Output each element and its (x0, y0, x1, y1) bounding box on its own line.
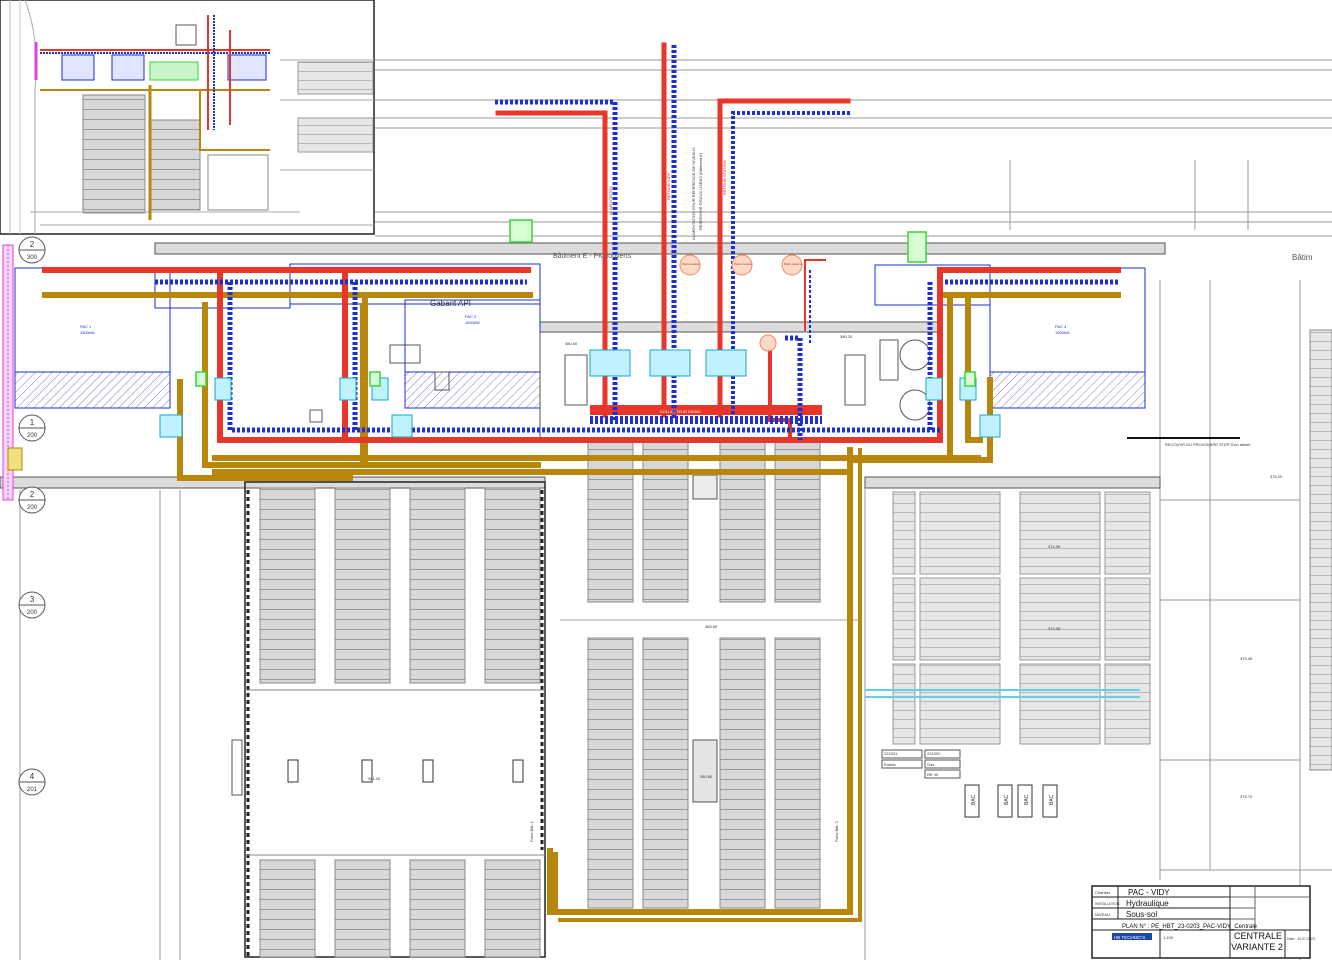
pac-sub-1: 1500kW (80, 330, 95, 335)
elev-10: 381.20 (368, 776, 381, 781)
paroi-label-2: Paroi Bât. 2 (834, 820, 839, 842)
tb-scale: 1:100 (1163, 935, 1174, 940)
svg-text:2: 2 (30, 490, 35, 499)
elev-5: 374.36 (1048, 626, 1061, 631)
elev-3: 380.20 (840, 334, 853, 339)
small-box-4: Gaz (927, 762, 934, 767)
svg-text:200: 200 (27, 610, 38, 616)
vertical-note-3: ALIMENTATION POUR RÉFÉRENCE DE NIVEAUX (691, 147, 696, 240)
tb-installation: Hydraulique (1126, 899, 1169, 908)
axis-bubbles: 2 300 1 200 2 200 3 200 4 201 (18, 236, 46, 796)
bac-3: BAC (1024, 794, 1030, 805)
vertical-note-2: RETOUR VIDY (666, 172, 671, 200)
pac-label-2: PAC 2 (465, 314, 477, 319)
svg-text:3: 3 (30, 595, 35, 604)
parking-left (231, 481, 546, 958)
elev-7: 375.70 (1240, 794, 1253, 799)
vertical-note-4: RESERVOIR D'EAUX USÉES (Bâtiment E) (698, 152, 703, 230)
building-label: Bâtiment E - PK couverts (553, 253, 632, 260)
elev-4: 374.39 (1048, 544, 1061, 549)
vertical-note-1: ALIMENTATION (608, 186, 613, 215)
batim-label: Bâtim (1292, 253, 1313, 262)
bulle-1: Point mesure (682, 262, 700, 266)
pac-label-4: PAC 4 (1055, 324, 1067, 329)
axis-bubble-1: 2 300 (18, 236, 46, 264)
axis-bubble-2: 1 200 (18, 414, 46, 442)
bulle-3: Point mesure (784, 262, 802, 266)
parking-center (560, 441, 860, 921)
pump-icons (159, 349, 1001, 438)
inset-overview-map (0, 0, 375, 235)
axis-bubble-4: 3 200 (18, 591, 46, 619)
svg-text:4: 4 (30, 772, 35, 781)
side-note: RECOUVR DU PROVISOIRE STEP D'un atelier (1165, 442, 1251, 447)
small-box-2: 221002 (927, 751, 941, 756)
paroi-label-1: Paroi Bât. 1 (529, 820, 534, 842)
tb-title-2: VARIANTE 2 (1231, 942, 1283, 952)
svg-text:2: 2 (30, 240, 35, 249)
axis-bubble-3: 2 200 (18, 486, 46, 514)
tb-chantier-key: Chantier (1095, 890, 1111, 895)
bac-2: BAC (1004, 794, 1010, 805)
hydraulic-plan: Gabarit API Bâtiment E - PK couverts Bât… (0, 0, 1332, 960)
pac-label-1: PAC 1 (80, 324, 92, 329)
tb-plan-no: PLAN N° : PE_HBT_23-0203_PAC-VIDY_Centra… (1122, 924, 1258, 930)
svg-text:200: 200 (27, 433, 38, 439)
bac-4: BAC (1049, 794, 1055, 805)
elev-9: 380.80 (700, 774, 713, 779)
svg-text:300: 300 (27, 255, 38, 261)
pac-sub-2: 1500kW (465, 320, 480, 325)
svg-text:200: 200 (27, 505, 38, 511)
tb-chantier: PAC - VIDY (1128, 888, 1170, 897)
pac-sub-4: 1500kW (1055, 330, 1070, 335)
small-box-5: RE 40 (927, 772, 939, 777)
tb-date: Date : 10.07.2023 (1287, 937, 1315, 941)
elev-1: 380.80 (705, 624, 718, 629)
title-block: Chantier PAC - VIDY INSTALLATION Hydraul… (1091, 885, 1315, 959)
axis-bubble-5: 4 201 (18, 768, 46, 796)
elev-2: 380.60 (565, 341, 578, 346)
tb-company: HB TECHNIC'S (1114, 935, 1145, 940)
gabarit-label: Gabarit API (430, 299, 471, 308)
collector-label: COLLECTEUR DN300 (660, 409, 701, 414)
svg-text:1: 1 (30, 418, 35, 427)
bulle-2: Point mesure (734, 262, 752, 266)
elev-8: 376.20 (1270, 474, 1283, 479)
tb-title-1: CENTRALE (1234, 931, 1282, 941)
small-box-3: Entrée (884, 762, 897, 767)
vertical-note-5: RETOUR STATION (722, 160, 727, 195)
measure-bubbles (679, 254, 803, 352)
bac-1: BAC (971, 794, 977, 805)
tb-niveau: Sous-sol (1126, 910, 1157, 919)
elev-6: 379.46 (1240, 656, 1253, 661)
tb-installation-key: INSTALLATION (1095, 902, 1120, 906)
small-box-1: 221001 (884, 751, 898, 756)
tb-niveau-key: NIVEAU (1095, 912, 1110, 917)
svg-text:201: 201 (27, 787, 38, 793)
parking-right (865, 491, 1151, 818)
